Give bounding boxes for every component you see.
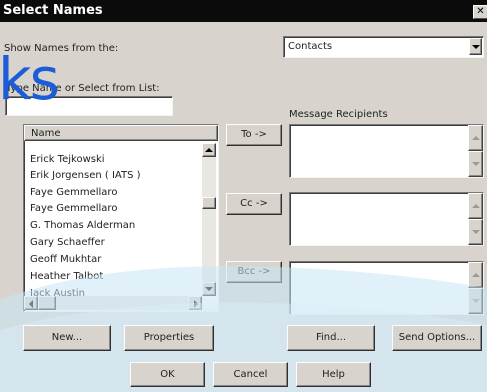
chevron-down-icon [472, 45, 480, 49]
names-horizontal-scrollbar[interactable] [24, 296, 202, 310]
to-recipients-box[interactable] [289, 124, 484, 178]
cc-button-label: Cc -> [240, 198, 268, 209]
scroll-down-button[interactable] [468, 219, 483, 245]
cancel-button[interactable]: Cancel [213, 362, 288, 387]
scroll-up-button[interactable] [468, 262, 483, 288]
cc-scrollbar[interactable] [468, 193, 483, 245]
arrow-down-icon [205, 287, 213, 291]
horizontal-scroll-thumb[interactable] [38, 296, 56, 310]
scroll-up-button[interactable] [202, 143, 216, 157]
scroll-right-button[interactable] [188, 296, 202, 310]
scroll-down-button[interactable] [468, 151, 483, 177]
names-list[interactable]: Name [23, 124, 219, 312]
send-options-button[interactable]: Send Options... [392, 325, 482, 351]
list-item[interactable]: Faye Gemmellaro [30, 187, 117, 198]
bcc-recipients-box[interactable] [289, 261, 484, 315]
scroll-thumb[interactable] [202, 197, 216, 209]
send-options-button-label: Send Options... [398, 332, 476, 343]
ok-button-label: OK [160, 369, 175, 380]
list-item[interactable]: Jack Austin [30, 288, 85, 296]
arrow-left-icon [29, 300, 33, 308]
select-names-dialog: Select Names ✕ Show Names from the: Cont… [0, 0, 487, 392]
scroll-down-button[interactable] [468, 288, 483, 314]
arrow-up-icon [472, 136, 480, 140]
list-item[interactable]: Heather Talbot [30, 271, 103, 282]
to-button[interactable]: To -> [226, 124, 282, 146]
arrow-down-icon [472, 162, 480, 166]
scroll-up-button[interactable] [468, 125, 483, 151]
find-button-label: Find... [315, 332, 347, 343]
find-button[interactable]: Find... [287, 325, 375, 351]
arrow-down-icon [472, 299, 480, 303]
name-column-header[interactable]: Name [24, 125, 218, 141]
arrow-up-icon [205, 148, 213, 152]
to-scrollbar[interactable] [468, 125, 483, 177]
arrow-up-icon [472, 273, 480, 277]
message-recipients-label: Message Recipients [289, 109, 388, 120]
help-button[interactable]: Help [296, 362, 371, 387]
properties-button-label: Properties [143, 332, 195, 343]
cc-button[interactable]: Cc -> [226, 193, 282, 215]
names-vertical-scrollbar[interactable] [202, 143, 216, 296]
list-item[interactable]: Erik Jorgensen ( IATS ) [30, 170, 141, 181]
arrow-up-icon [472, 204, 480, 208]
list-item[interactable]: Geoff Mukhtar [30, 254, 101, 265]
list-item[interactable]: Erick Tejkowski [30, 154, 105, 165]
cc-recipients-box[interactable] [289, 192, 484, 246]
bcc-button-label: Bcc -> [237, 266, 271, 277]
bcc-scrollbar[interactable] [468, 262, 483, 314]
list-item[interactable]: Gary Schaeffer [30, 237, 105, 248]
watermark-text: ks [0, 45, 60, 113]
new-button-label: New... [51, 332, 83, 343]
arrow-right-icon [194, 300, 198, 308]
new-button[interactable]: New... [23, 325, 111, 351]
to-button-label: To -> [241, 129, 267, 140]
scroll-up-button[interactable] [468, 193, 483, 219]
list-item[interactable]: G. Thomas Alderman [30, 220, 135, 231]
scroll-down-button[interactable] [202, 282, 216, 296]
scroll-left-button[interactable] [24, 296, 38, 310]
ok-button[interactable]: OK [130, 362, 205, 387]
close-icon[interactable]: ✕ [473, 5, 487, 19]
name-column-label: Name [31, 128, 61, 139]
show-names-value: Contacts [288, 41, 333, 52]
arrow-down-icon [472, 230, 480, 234]
cancel-button-label: Cancel [233, 369, 268, 380]
help-button-label: Help [322, 369, 345, 380]
dropdown-button[interactable] [469, 38, 482, 55]
show-names-dropdown[interactable]: Contacts [283, 36, 484, 58]
properties-button[interactable]: Properties [124, 325, 214, 351]
dialog-title: Select Names [3, 3, 103, 18]
bcc-button[interactable]: Bcc -> [226, 261, 282, 283]
title-bar: Select Names ✕ [0, 0, 487, 22]
list-item[interactable]: Faye Gemmellaro [30, 203, 117, 214]
